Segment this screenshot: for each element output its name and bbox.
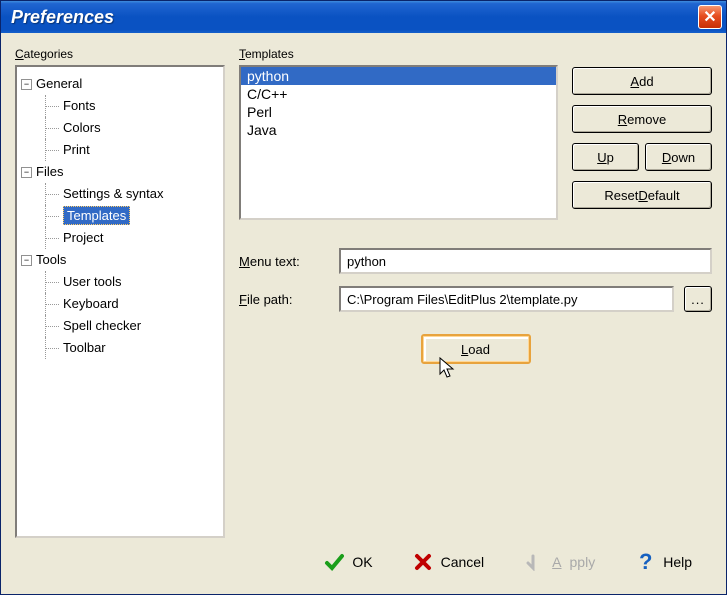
- collapse-icon[interactable]: −: [21, 167, 32, 178]
- categories-panel: Categories − General Fonts Colors Print: [15, 47, 225, 538]
- add-button[interactable]: Add: [572, 67, 712, 95]
- list-item[interactable]: python: [241, 67, 556, 85]
- reset-default-button[interactable]: Reset Default: [572, 181, 712, 209]
- menu-text-input[interactable]: [339, 248, 712, 274]
- collapse-icon[interactable]: −: [21, 79, 32, 90]
- tree-item-settings-syntax[interactable]: Settings & syntax: [45, 183, 219, 205]
- tree-label-general[interactable]: General: [36, 73, 82, 95]
- apply-icon: [524, 552, 544, 572]
- file-path-input[interactable]: [339, 286, 674, 312]
- x-icon: [413, 552, 433, 572]
- tree-node-tools[interactable]: − Tools User tools Keyboard Spell checke…: [21, 249, 219, 359]
- close-icon: ✕: [703, 7, 716, 27]
- tree-item-keyboard[interactable]: Keyboard: [45, 293, 219, 315]
- apply-button: Apply: [524, 552, 595, 572]
- tree-label-tools[interactable]: Tools: [36, 249, 66, 271]
- list-item[interactable]: C/C++: [241, 85, 556, 103]
- help-icon: ?: [635, 552, 655, 572]
- titlebar[interactable]: Preferences ✕: [1, 1, 726, 33]
- categories-tree[interactable]: − General Fonts Colors Print − Files: [15, 65, 225, 538]
- tree-node-general[interactable]: − General Fonts Colors Print: [21, 73, 219, 161]
- tree-item-fonts[interactable]: Fonts: [45, 95, 219, 117]
- tree-item-colors[interactable]: Colors: [45, 117, 219, 139]
- tree-item-templates[interactable]: Templates: [45, 205, 219, 227]
- remove-button[interactable]: Remove: [572, 105, 712, 133]
- dialog-button-bar: OK Cancel Apply ? Help: [15, 538, 712, 586]
- tree-item-user-tools[interactable]: User tools: [45, 271, 219, 293]
- list-item[interactable]: Java: [241, 121, 556, 139]
- templates-listbox[interactable]: python C/C++ Perl Java: [239, 65, 558, 220]
- window-title: Preferences: [11, 7, 114, 28]
- browse-button[interactable]: ...: [684, 286, 712, 312]
- tree-item-spell-checker[interactable]: Spell checker: [45, 315, 219, 337]
- main-area: Categories − General Fonts Colors Print: [15, 47, 712, 538]
- ok-button[interactable]: OK: [324, 552, 372, 572]
- cancel-button[interactable]: Cancel: [413, 552, 485, 572]
- check-icon: [324, 552, 344, 572]
- tree-item-project[interactable]: Project: [45, 227, 219, 249]
- client-area: Categories − General Fonts Colors Print: [1, 33, 726, 594]
- tree-item-print[interactable]: Print: [45, 139, 219, 161]
- svg-text:?: ?: [639, 551, 652, 573]
- tree-node-files[interactable]: − Files Settings & syntax Templates Proj…: [21, 161, 219, 249]
- preferences-window: Preferences ✕ Categories − General Fonts: [0, 0, 727, 595]
- menu-text-label: Menu text:: [239, 254, 329, 269]
- down-button[interactable]: Down: [645, 143, 712, 171]
- templates-label: Templates: [239, 47, 558, 61]
- template-form: Menu text: File path: ...: [239, 248, 712, 312]
- file-path-label: File path:: [239, 292, 329, 307]
- up-button[interactable]: Up: [572, 143, 639, 171]
- templates-panel: Templates python C/C++ Perl Java Add Rem…: [239, 47, 712, 538]
- tree-item-toolbar[interactable]: Toolbar: [45, 337, 219, 359]
- close-button[interactable]: ✕: [698, 5, 722, 29]
- tree-label-files[interactable]: Files: [36, 161, 63, 183]
- load-button[interactable]: Load: [421, 334, 531, 364]
- templates-buttons: Add Remove Up Down Reset Default: [572, 47, 712, 220]
- collapse-icon[interactable]: −: [21, 255, 32, 266]
- categories-label: Categories: [15, 47, 225, 61]
- list-item[interactable]: Perl: [241, 103, 556, 121]
- help-button[interactable]: ? Help: [635, 552, 692, 572]
